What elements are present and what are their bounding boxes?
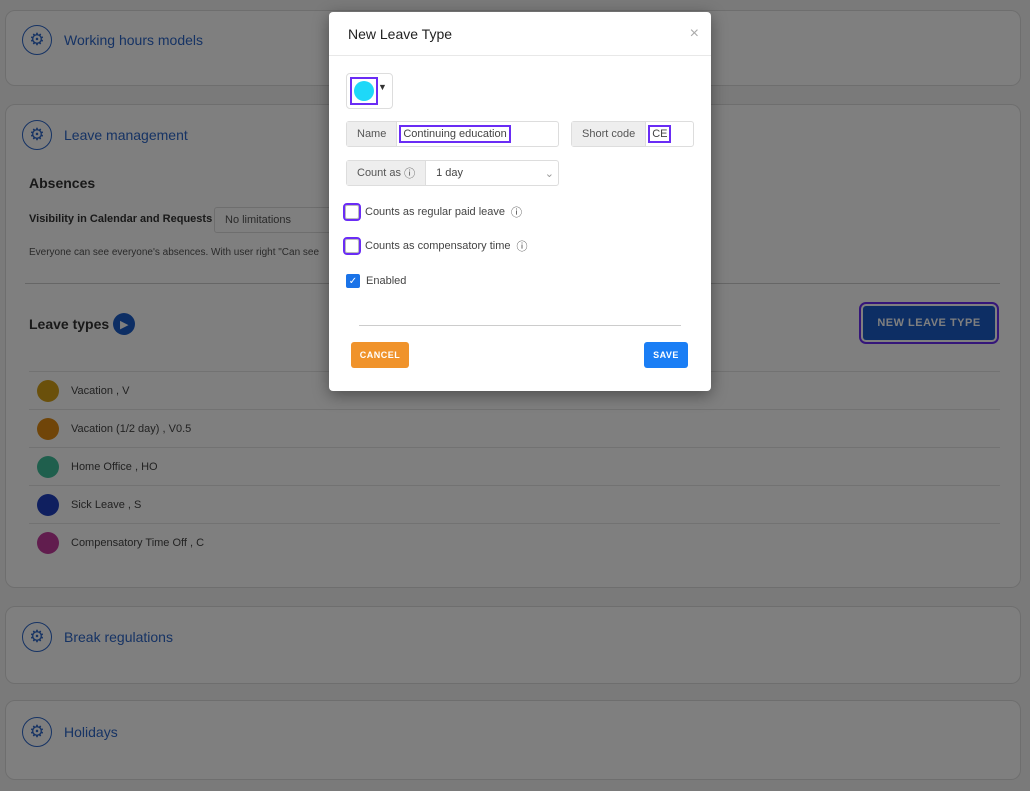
divider: [359, 325, 681, 326]
count-as-select[interactable]: Count as ⓘ 1 day ⌄: [346, 160, 559, 186]
name-field[interactable]: Name Continuing education: [346, 121, 559, 147]
dialog-title: New Leave Type: [348, 26, 452, 42]
name-label: Name: [347, 122, 397, 146]
save-button[interactable]: SAVE: [644, 342, 688, 368]
name-input[interactable]: Continuing education: [401, 127, 508, 141]
compensatory-checkbox[interactable]: [345, 239, 359, 253]
short-code-field[interactable]: Short code CE: [571, 121, 694, 147]
paid-leave-checkbox[interactable]: [345, 205, 359, 219]
new-leave-type-dialog: New Leave Type × ▼ Name Continuing educat…: [329, 12, 711, 391]
info-icon[interactable]: ⓘ: [517, 238, 528, 254]
color-swatch[interactable]: [352, 79, 376, 103]
caret-down-icon: ▼: [378, 82, 387, 92]
count-as-label: Count as: [357, 167, 401, 179]
info-icon[interactable]: ⓘ: [511, 204, 522, 220]
short-code-input[interactable]: CE: [650, 127, 669, 141]
color-picker[interactable]: ▼: [346, 73, 393, 109]
paid-leave-label[interactable]: Counts as regular paid leave: [365, 206, 505, 218]
count-as-value: 1 day: [436, 167, 463, 179]
enabled-checkbox[interactable]: ✓: [346, 274, 360, 288]
compensatory-label[interactable]: Counts as compensatory time: [365, 240, 511, 252]
short-code-label: Short code: [572, 122, 646, 146]
cancel-button[interactable]: CANCEL: [351, 342, 409, 368]
close-icon[interactable]: ×: [690, 25, 699, 43]
info-icon[interactable]: ⓘ: [404, 165, 415, 181]
enabled-label[interactable]: Enabled: [366, 275, 406, 287]
chevron-down-icon: ⌄: [545, 167, 554, 180]
